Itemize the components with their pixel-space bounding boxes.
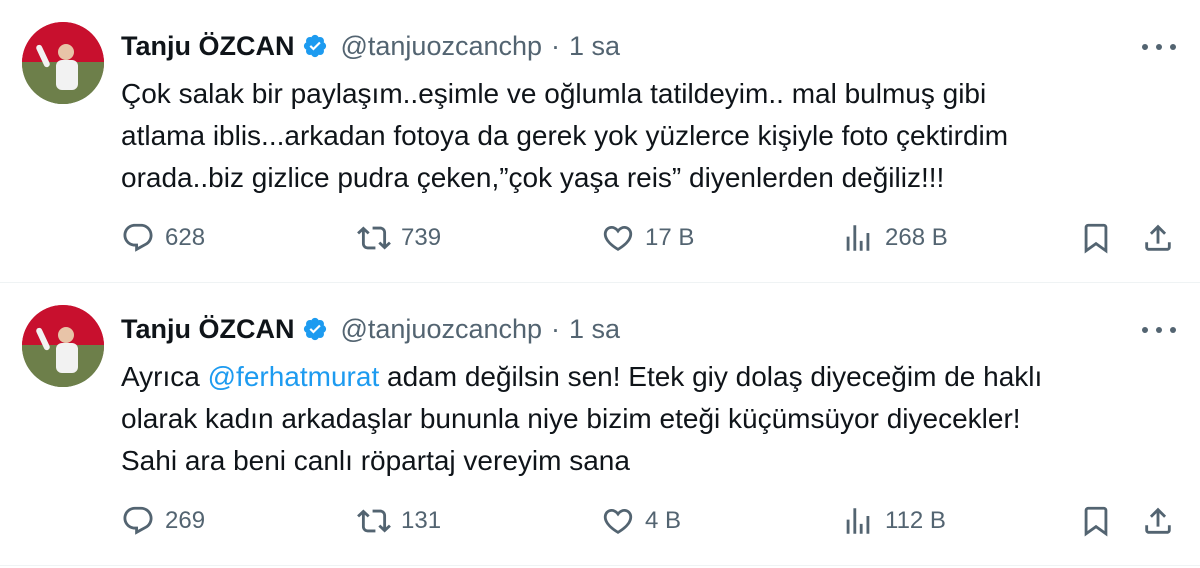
tweet-header: Tanju ÖZCAN @tanjuozcanchp · 1 sa xyxy=(121,28,620,64)
views-icon xyxy=(846,225,870,251)
share-button[interactable] xyxy=(1141,501,1175,541)
tweet-text-line: Sahi ara beni canlı röpartaj vereyim san… xyxy=(121,445,630,476)
like-count: 17 B xyxy=(645,224,695,251)
like-icon xyxy=(603,508,633,534)
tweet-text: Ayrıca @ferhatmurat adam değilsin sen! E… xyxy=(121,356,1161,482)
tweet-header: Tanju ÖZCAN @tanjuozcanchp · 1 sa xyxy=(121,311,620,347)
text-suffix: adam değilsin sen! Etek giy dolaş diyece… xyxy=(379,361,1043,392)
tweet-text: Çok salak bir paylaşım..eşimle ve oğluml… xyxy=(121,73,1161,199)
reply-icon xyxy=(123,223,153,252)
repost-count: 131 xyxy=(401,507,442,534)
action-bar: 628 739 17 B 268 B xyxy=(121,218,1181,258)
share-icon xyxy=(1145,507,1171,534)
timestamp[interactable]: 1 sa xyxy=(569,314,620,345)
tweet[interactable]: Tanju ÖZCAN @tanjuozcanchp · 1 sa Çok sa… xyxy=(0,0,1200,283)
like-button[interactable]: 4 B xyxy=(601,501,681,541)
repost-count: 739 xyxy=(401,224,442,251)
verified-badge-icon xyxy=(302,33,328,59)
reply-button[interactable]: 628 xyxy=(121,218,205,258)
more-icon[interactable] xyxy=(1142,319,1176,341)
action-bar: 269 131 4 B 112 B xyxy=(121,501,1181,541)
reply-button[interactable]: 269 xyxy=(121,501,205,541)
views-count: 268 B xyxy=(885,224,948,251)
text-prefix: Ayrıca xyxy=(121,361,208,392)
author-name[interactable]: Tanju ÖZCAN xyxy=(121,314,294,345)
bookmark-icon xyxy=(1084,506,1108,537)
separator-dot: · xyxy=(551,30,561,61)
bookmark-icon xyxy=(1084,223,1108,254)
mention-link[interactable]: @ferhatmurat xyxy=(208,361,380,392)
views-count: 112 B xyxy=(885,507,946,534)
like-button[interactable]: 17 B xyxy=(601,218,694,258)
repost-icon xyxy=(357,226,391,250)
tweet-text-line: Çok salak bir paylaşım..eşimle ve oğluml… xyxy=(121,78,987,109)
reply-icon xyxy=(123,506,153,535)
tweet-text-line: orada..biz gizlice pudra çeken,”çok yaşa… xyxy=(121,162,945,193)
reply-count: 269 xyxy=(165,507,206,534)
bookmark-button[interactable] xyxy=(1079,501,1113,541)
views-button[interactable]: 268 B xyxy=(841,218,948,258)
tweet[interactable]: Tanju ÖZCAN @tanjuozcanchp · 1 sa Ayrıca… xyxy=(0,283,1200,566)
separator-dot: · xyxy=(551,313,561,344)
views-icon xyxy=(846,508,870,534)
more-icon[interactable] xyxy=(1142,36,1176,58)
avatar[interactable] xyxy=(22,22,104,104)
repost-button[interactable]: 739 xyxy=(357,218,441,258)
share-button[interactable] xyxy=(1141,218,1175,258)
share-icon xyxy=(1145,224,1171,251)
repost-button[interactable]: 131 xyxy=(357,501,441,541)
tweet-text-line: Ayrıca @ferhatmurat adam değilsin sen! E… xyxy=(121,356,1161,398)
author-name[interactable]: Tanju ÖZCAN xyxy=(121,31,294,62)
avatar[interactable] xyxy=(22,305,104,387)
timestamp[interactable]: 1 sa xyxy=(569,31,620,62)
tweet-feed: Tanju ÖZCAN @tanjuozcanchp · 1 sa Çok sa… xyxy=(0,0,1200,566)
repost-icon xyxy=(357,509,391,533)
like-icon xyxy=(603,225,633,251)
like-count: 4 B xyxy=(645,507,682,534)
verified-badge-icon xyxy=(302,316,328,342)
views-button[interactable]: 112 B xyxy=(841,501,946,541)
author-handle[interactable]: @tanjuozcanchp xyxy=(340,31,542,62)
tweet-text-line: atlama iblis...arkadan fotoya da gerek y… xyxy=(121,120,1009,151)
author-handle[interactable]: @tanjuozcanchp xyxy=(340,314,542,345)
bookmark-button[interactable] xyxy=(1079,218,1113,258)
reply-count: 628 xyxy=(165,224,206,251)
tweet-text-line: olarak kadın arkadaşlar bununla niye biz… xyxy=(121,403,1021,434)
